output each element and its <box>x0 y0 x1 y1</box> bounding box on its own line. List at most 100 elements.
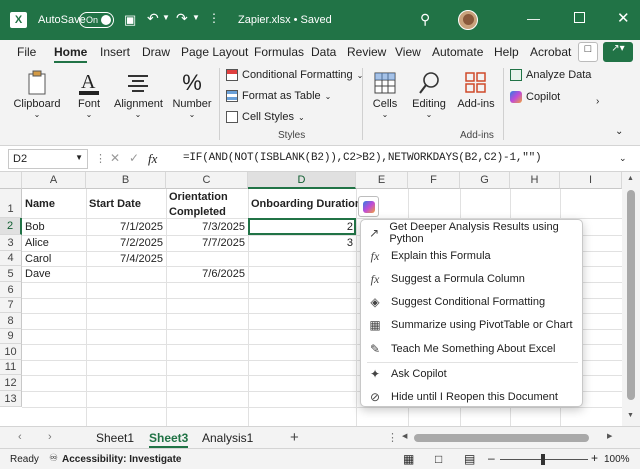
menu-item-ask-copilot[interactable]: ✦ Ask Copilot <box>361 363 584 385</box>
menu-item-suggest-formula-column[interactable]: fx Suggest a Formula Column <box>361 268 584 290</box>
row-header-12[interactable]: 12 <box>0 375 22 391</box>
ribbon-collapse-icon[interactable]: ⌄ <box>615 126 623 137</box>
confirm-entry-icon[interactable]: ✓ <box>129 151 139 165</box>
tab-file[interactable]: File <box>17 45 36 59</box>
undo-dropdown-icon[interactable]: ▼ <box>162 13 170 22</box>
menu-item-suggest-conditional-formatting[interactable]: ◈ Suggest Conditional Formatting <box>361 291 584 313</box>
tab-home[interactable]: Home <box>54 45 88 63</box>
expand-formula-icon[interactable]: ⌄ <box>619 153 627 164</box>
column-header-g[interactable]: G <box>460 172 510 189</box>
alignment-button[interactable]: Alignment ⌄ <box>114 68 163 119</box>
column-header-e[interactable]: E <box>356 172 408 189</box>
analyze-data-button[interactable]: Analyze Data <box>510 69 591 81</box>
add-sheet-icon[interactable]: + <box>290 429 299 446</box>
zoom-in-icon[interactable]: + <box>591 451 598 465</box>
row-header-6[interactable]: 6 <box>0 282 22 298</box>
minimize-icon[interactable]: — <box>527 11 540 26</box>
cell-a2[interactable]: Bob <box>22 221 48 233</box>
hscroll-right-icon[interactable]: ▶ <box>607 432 612 440</box>
accessibility-status[interactable]: Accessibility: Investigate <box>62 454 182 465</box>
clipboard-button[interactable]: Clipboard ⌄ <box>12 68 62 119</box>
row-header-3[interactable]: 3 <box>0 235 22 251</box>
autosave-toggle[interactable]: On <box>79 12 114 28</box>
column-header-b[interactable]: B <box>86 172 166 189</box>
tab-page-layout[interactable]: Page Layout <box>181 45 248 59</box>
cell-b1[interactable]: Start Date <box>86 198 144 210</box>
row-header-7[interactable]: 7 <box>0 298 22 313</box>
cell-b2[interactable]: 7/1/2025 <box>86 221 166 233</box>
name-box[interactable]: D2 ▼ <box>8 149 88 169</box>
formula-input[interactable]: =IF(AND(NOT(ISBLANK(B2)),C2>B2),NETWORKD… <box>183 152 542 164</box>
menu-item-explain-formula[interactable]: fx Explain this Formula <box>361 245 584 267</box>
document-title[interactable]: Zapier.xlsx • Saved <box>238 14 332 26</box>
column-header-d[interactable]: D <box>248 172 356 189</box>
save-icon[interactable]: ▣ <box>124 12 136 28</box>
select-all-corner[interactable] <box>0 172 22 189</box>
sheet-tab-sheet1[interactable]: Sheet1 <box>96 431 134 445</box>
formula-options-icon[interactable]: ⋮ <box>95 152 106 165</box>
format-as-table-button[interactable]: Format as Table ⌄ <box>226 90 331 102</box>
zoom-slider-thumb[interactable] <box>541 454 545 465</box>
cancel-entry-icon[interactable]: ✕ <box>110 151 120 165</box>
sheet-tab-analysis1[interactable]: Analysis1 <box>202 431 253 445</box>
column-header-c[interactable]: C <box>166 172 248 189</box>
redo-icon[interactable]: ↷ <box>176 10 188 27</box>
cell-c1-line2[interactable]: Completed <box>166 206 229 218</box>
more-icon[interactable]: ⋮ <box>208 11 220 25</box>
row-header-9[interactable]: 9 <box>0 329 22 344</box>
tab-draw[interactable]: Draw <box>142 45 170 59</box>
tab-review[interactable]: Review <box>347 45 386 59</box>
cells-button[interactable]: Cells ⌄ <box>368 68 402 119</box>
insert-function-button[interactable]: fx <box>148 151 157 167</box>
row-header-4[interactable]: 4 <box>0 251 22 266</box>
scroll-down-icon[interactable]: ▼ <box>627 412 634 419</box>
redo-dropdown-icon[interactable]: ▼ <box>192 13 200 22</box>
cell-b3[interactable]: 7/2/2025 <box>86 237 166 249</box>
tab-data[interactable]: Data <box>311 45 336 59</box>
tab-insert[interactable]: Insert <box>100 45 130 59</box>
conditional-formatting-button[interactable]: Conditional Formatting ⌄ <box>226 69 363 81</box>
tab-help[interactable]: Help <box>494 45 519 59</box>
font-button[interactable]: A Font ⌄ <box>70 68 108 119</box>
menu-item-teach-me[interactable]: ✎ Teach Me Something About Excel <box>361 338 584 360</box>
cell-c1-line1[interactable]: Orientation <box>166 191 231 203</box>
sheet-tab-sheet3[interactable]: Sheet3 <box>149 431 189 448</box>
row-header-13[interactable]: 13 <box>0 391 22 407</box>
row-header-11[interactable]: 11 <box>0 360 22 375</box>
previous-sheet-icon[interactable]: ‹ <box>18 431 22 443</box>
horizontal-scroll-thumb[interactable] <box>414 434 589 442</box>
tab-automate[interactable]: Automate <box>432 45 483 59</box>
cell-c3[interactable]: 7/7/2025 <box>166 237 248 249</box>
undo-icon[interactable]: ↶ <box>147 10 159 27</box>
column-header-h[interactable]: H <box>510 172 560 189</box>
close-icon[interactable]: ✕ <box>617 9 630 27</box>
tab-formulas[interactable]: Formulas <box>254 45 304 59</box>
number-button[interactable]: % Number ⌄ <box>170 68 214 119</box>
maximize-icon[interactable] <box>574 12 585 23</box>
cell-a3[interactable]: Alice <box>22 237 52 249</box>
ribbon-scroll-right-icon[interactable]: › <box>596 96 599 107</box>
column-header-f[interactable]: F <box>408 172 460 189</box>
comments-button[interactable]: □ <box>578 42 598 62</box>
menu-item-python-analysis[interactable]: ↗ Get Deeper Analysis Results using Pytho… <box>361 221 584 245</box>
cell-d1[interactable]: Onboarding Duration <box>248 198 365 210</box>
cell-b4[interactable]: 7/4/2025 <box>86 253 166 265</box>
column-header-a[interactable]: A <box>22 172 86 189</box>
tab-acrobat[interactable]: Acrobat <box>530 45 571 59</box>
hscroll-left-icon[interactable]: ◀ <box>402 432 407 440</box>
row-header-8[interactable]: 8 <box>0 313 22 329</box>
addins-button[interactable]: Add-ins <box>456 68 496 110</box>
vertical-scroll-thumb[interactable] <box>627 190 635 400</box>
menu-item-summarize-pivot[interactable]: ▦ Summarize using PivotTable or Chart <box>361 314 584 336</box>
scroll-up-icon[interactable]: ▲ <box>627 175 634 182</box>
copilot-button[interactable]: Copilot <box>510 91 560 103</box>
zoom-level[interactable]: 100% <box>604 454 630 465</box>
tab-view[interactable]: View <box>395 45 421 59</box>
normal-view-icon[interactable]: ▦ <box>403 452 414 466</box>
search-icon[interactable]: ⚲ <box>420 11 430 28</box>
cell-c5[interactable]: 7/6/2025 <box>166 268 248 280</box>
row-header-2[interactable]: 2 <box>0 218 22 235</box>
page-layout-view-icon[interactable]: □ <box>435 452 442 466</box>
cell-a4[interactable]: Carol <box>22 253 54 265</box>
cell-a1[interactable]: Name <box>22 198 58 210</box>
